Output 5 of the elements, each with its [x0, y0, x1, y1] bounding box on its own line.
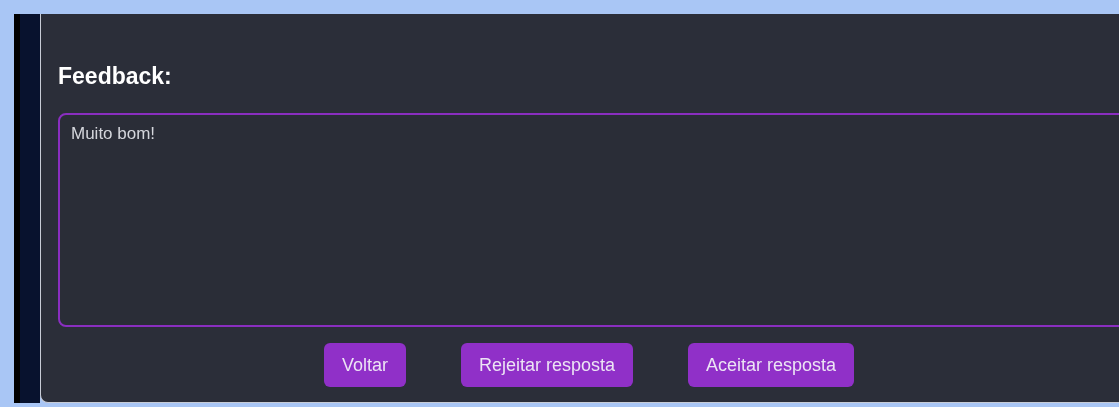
action-button[interactable]: Voltar — [323, 343, 406, 387]
feedback-field[interactable]: Muito bom! — [58, 113, 1119, 327]
section-title: Feedback: — [58, 62, 172, 90]
action-button[interactable]: Aceitar resposta — [688, 343, 855, 387]
action-button[interactable]: Rejeitar resposta — [460, 343, 633, 387]
